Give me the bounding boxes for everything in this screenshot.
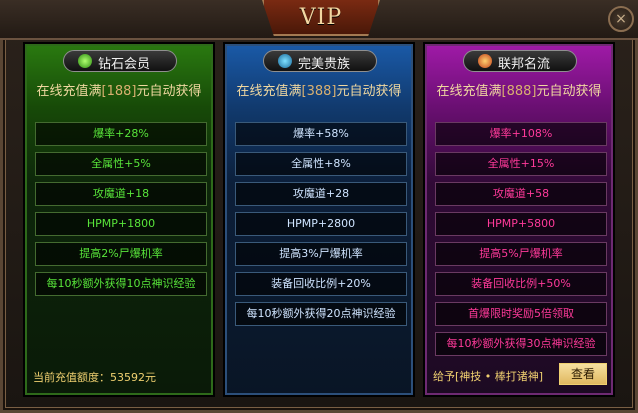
benefit-row: 装备回收比例+50% (435, 272, 607, 296)
window-title: VIP (299, 4, 343, 30)
benefit-row: 每10秒额外获得30点神识经验 (435, 332, 607, 356)
vip-tier-diamond: 钻石会员 在线充值满[188]元自动获得 爆率+28% 全属性+5% 攻魔道+1… (23, 42, 215, 397)
benefit-row: 全属性+5% (35, 152, 207, 176)
tier-name: 联邦名流 (498, 57, 551, 72)
benefit-row: 攻魔道+18 (35, 182, 207, 206)
gem-icon (278, 54, 292, 68)
benefit-row: 每10秒额外获得10点神识经验 (35, 272, 207, 296)
benefit-row: 提高2%尸爆机率 (35, 242, 207, 266)
tier-condition: 在线充值满[888]元自动获得 (436, 84, 602, 99)
tier-name: 完美贵族 (298, 57, 351, 72)
benefit-row: 每10秒额外获得20点神识经验 (235, 302, 407, 326)
benefit-row: 首爆限时奖励5倍领取 (435, 302, 607, 326)
current-recharge-amount: 当前充值额度：53592元 (33, 371, 156, 384)
tier-name: 钻石会员 (98, 57, 151, 72)
diamond-icon (78, 54, 92, 68)
benefit-row: 装备回收比例+20% (235, 272, 407, 296)
close-icon: × (615, 11, 627, 27)
tier-badge: 联邦名流 (463, 50, 577, 72)
close-button[interactable]: × (608, 6, 634, 32)
tier-badge: 完美贵族 (263, 50, 377, 72)
view-button[interactable]: 查看 (559, 363, 607, 385)
benefit-row: HPMP+1800 (35, 212, 207, 236)
tier-badge: 钻石会员 (63, 50, 177, 72)
tier-condition: 在线充值满[188]元自动获得 (36, 84, 202, 99)
title-plate: VIP (262, 0, 380, 36)
skill-grant-text: 给予[神技 • 棒打诸神] (433, 370, 544, 383)
benefit-row: 提高3%尸爆机率 (235, 242, 407, 266)
benefit-row: 攻魔道+28 (235, 182, 407, 206)
benefit-row: 全属性+15% (435, 152, 607, 176)
vip-tier-noble: 完美贵族 在线充值满[388]元自动获得 爆率+58% 全属性+8% 攻魔道+2… (223, 42, 415, 397)
vip-tier-celebrity: 联邦名流 在线充值满[888]元自动获得 爆率+108% 全属性+15% 攻魔道… (423, 42, 615, 397)
tier-condition: 在线充值满[388]元自动获得 (236, 84, 402, 99)
benefit-row: 攻魔道+58 (435, 182, 607, 206)
benefit-row: HPMP+5800 (435, 212, 607, 236)
benefit-row: 提高5%尸爆机率 (435, 242, 607, 266)
crown-icon (478, 54, 492, 68)
benefit-row: HPMP+2800 (235, 212, 407, 236)
benefit-row: 爆率+58% (235, 122, 407, 146)
benefit-row: 爆率+28% (35, 122, 207, 146)
benefit-row: 全属性+8% (235, 152, 407, 176)
benefit-row: 爆率+108% (435, 122, 607, 146)
